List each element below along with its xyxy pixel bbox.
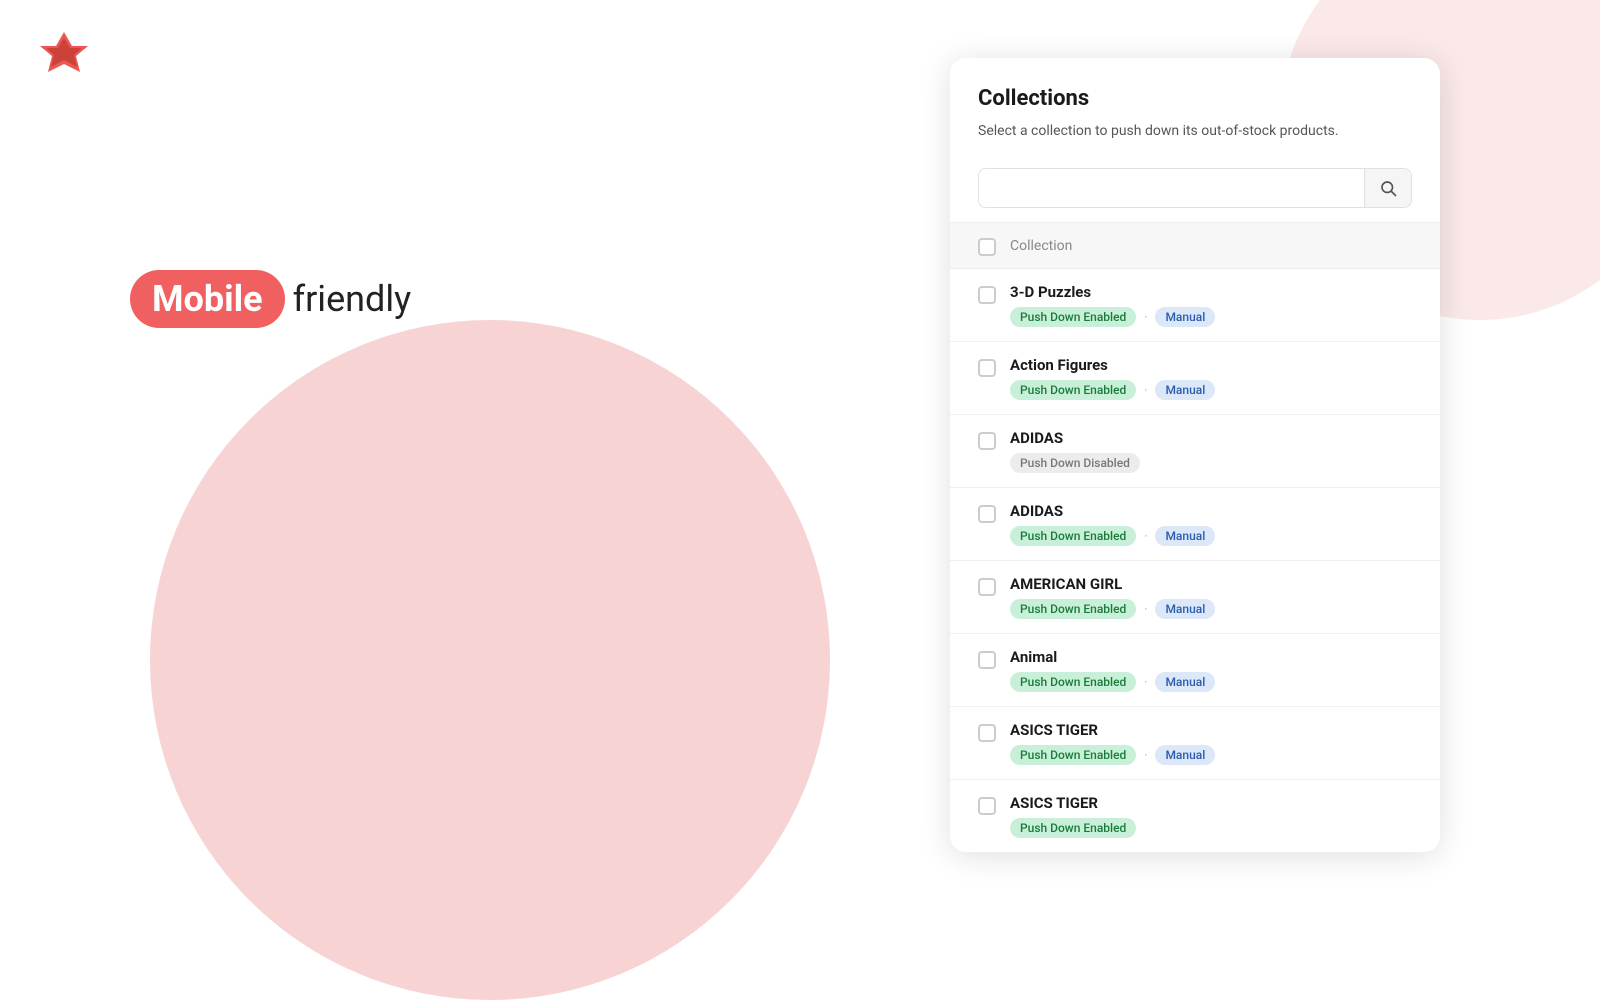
item-badges: Push Down Enabled · Manual	[1010, 599, 1215, 619]
search-icon	[1379, 179, 1397, 197]
select-all-checkbox[interactable]	[978, 238, 996, 256]
badge-separator: ·	[1144, 748, 1147, 762]
badge-enabled: Push Down Enabled	[1010, 307, 1136, 327]
item-name: Action Figures	[1010, 356, 1215, 374]
item-checkbox[interactable]	[978, 286, 996, 304]
item-name: ASICS TIGER	[1010, 794, 1136, 812]
badge-enabled: Push Down Enabled	[1010, 745, 1136, 765]
item-name: ADIDAS	[1010, 429, 1140, 447]
panel-header: Collections Select a collection to push …	[950, 58, 1440, 158]
item-checkbox[interactable]	[978, 578, 996, 596]
badge-manual: Manual	[1155, 526, 1215, 546]
item-name: AMERICAN GIRL	[1010, 575, 1215, 593]
badge-manual: Manual	[1155, 380, 1215, 400]
item-badges: Push Down Enabled · Manual	[1010, 307, 1215, 327]
hero-friendly-label: friendly	[293, 278, 412, 320]
collection-item: Action Figures Push Down Enabled · Manual	[950, 342, 1440, 415]
item-content: ASICS TIGER Push Down Enabled · Manual	[1010, 721, 1215, 765]
search-bar	[978, 168, 1412, 208]
badge-manual: Manual	[1155, 307, 1215, 327]
item-name: 3-D Puzzles	[1010, 283, 1215, 301]
item-checkbox[interactable]	[978, 797, 996, 815]
item-checkbox[interactable]	[978, 505, 996, 523]
badge-manual: Manual	[1155, 599, 1215, 619]
item-badges: Push Down Enabled · Manual	[1010, 380, 1215, 400]
badge-separator: ·	[1144, 602, 1147, 616]
badge-separator: ·	[1144, 310, 1147, 324]
item-checkbox[interactable]	[978, 432, 996, 450]
collection-item: ASICS TIGER Push Down Enabled	[950, 780, 1440, 852]
badge-separator: ·	[1144, 675, 1147, 689]
badge-disabled: Push Down Disabled	[1010, 453, 1140, 473]
collection-item: Animal Push Down Enabled · Manual	[950, 634, 1440, 707]
badge-separator: ·	[1144, 383, 1147, 397]
items-container: 3-D PuzzlesPush Down Enabled·ManualActio…	[950, 269, 1440, 852]
item-name: ASICS TIGER	[1010, 721, 1215, 739]
search-input[interactable]	[979, 170, 1364, 206]
panel-subtitle: Select a collection to push down its out…	[978, 121, 1412, 142]
badge-enabled: Push Down Enabled	[1010, 818, 1136, 838]
badge-enabled: Push Down Enabled	[1010, 380, 1136, 400]
item-checkbox[interactable]	[978, 651, 996, 669]
badge-enabled: Push Down Enabled	[1010, 672, 1136, 692]
panel-title: Collections	[978, 86, 1412, 111]
item-badges: Push Down Enabled · Manual	[1010, 672, 1215, 692]
badge-enabled: Push Down Enabled	[1010, 599, 1136, 619]
item-content: Animal Push Down Enabled · Manual	[1010, 648, 1215, 692]
app-logo	[36, 28, 92, 84]
hero-section: Mobile friendly	[130, 270, 411, 328]
item-name: Animal	[1010, 648, 1215, 666]
hero-mobile-label: Mobile	[130, 270, 285, 328]
item-content: ASICS TIGER Push Down Enabled	[1010, 794, 1136, 838]
badge-manual: Manual	[1155, 672, 1215, 692]
item-badges: Push Down Enabled · Manual	[1010, 526, 1215, 546]
collection-header-label: Collection	[1010, 238, 1072, 254]
badge-enabled: Push Down Enabled	[1010, 526, 1136, 546]
item-content: AMERICAN GIRL Push Down Enabled · Manual	[1010, 575, 1215, 619]
item-badges: Push Down Enabled	[1010, 818, 1136, 838]
background-circle-left	[150, 320, 830, 1000]
search-button[interactable]	[1364, 169, 1411, 207]
collections-panel: Collections Select a collection to push …	[950, 58, 1440, 852]
item-content: Action Figures Push Down Enabled · Manual	[1010, 356, 1215, 400]
badge-separator: ·	[1144, 529, 1147, 543]
collection-item: 3-D Puzzles Push Down Enabled · Manual	[950, 269, 1440, 342]
collection-item: AMERICAN GIRL Push Down Enabled · Manual	[950, 561, 1440, 634]
item-badges: Push Down Disabled	[1010, 453, 1140, 473]
item-content: ADIDAS Push Down Enabled · Manual	[1010, 502, 1215, 546]
collection-item: ADIDAS Push Down Enabled · Manual	[950, 488, 1440, 561]
collection-item: ADIDAS Push Down Disabled	[950, 415, 1440, 488]
item-badges: Push Down Enabled · Manual	[1010, 745, 1215, 765]
item-content: ADIDAS Push Down Disabled	[1010, 429, 1140, 473]
collection-header-row: Collection	[950, 223, 1440, 269]
item-checkbox[interactable]	[978, 359, 996, 377]
item-name: ADIDAS	[1010, 502, 1215, 520]
item-content: 3-D Puzzles Push Down Enabled · Manual	[1010, 283, 1215, 327]
collection-item: ASICS TIGER Push Down Enabled · Manual	[950, 707, 1440, 780]
item-checkbox[interactable]	[978, 724, 996, 742]
badge-manual: Manual	[1155, 745, 1215, 765]
collection-list: Collection 3-D Puzzles Push Down Enabled ·…	[950, 222, 1440, 852]
